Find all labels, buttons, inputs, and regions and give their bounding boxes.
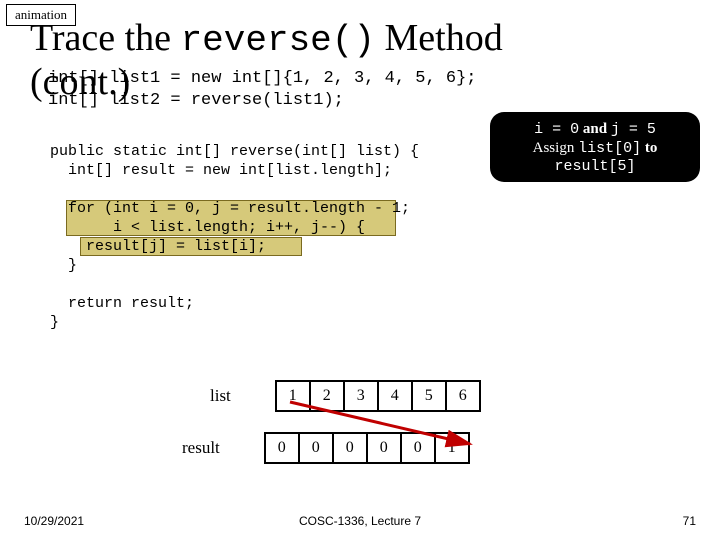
callout-i: i = 0: [534, 121, 579, 138]
list-cell: 2: [310, 381, 344, 411]
title-post: Method: [375, 17, 503, 59]
result-cell: 0: [265, 433, 299, 463]
callout-line3: result[5]: [496, 158, 694, 176]
callout-line2: Assign list[0] to: [496, 139, 694, 158]
callout-to: to: [641, 140, 657, 156]
result-row: result 0 0 0 0 0 1: [182, 432, 470, 464]
result-label: result: [182, 438, 220, 458]
code-setup: int[] list1 = new int[]{1, 2, 3, 4, 5, 6…: [48, 68, 476, 112]
animation-badge: animation: [6, 4, 76, 26]
result-cell: 0: [333, 433, 367, 463]
result-table: 0 0 0 0 0 1: [264, 432, 470, 464]
list-cell: 3: [344, 381, 378, 411]
callout-j: j = 5: [611, 121, 656, 138]
footer-page-number: 71: [683, 514, 696, 528]
result-cell: 0: [367, 433, 401, 463]
callout-src: list[0]: [578, 140, 641, 157]
list-cell: 5: [412, 381, 446, 411]
result-cell: 0: [401, 433, 435, 463]
callout-assign: Assign: [533, 140, 578, 156]
list-cell: 1: [276, 381, 310, 411]
list-cell: 4: [378, 381, 412, 411]
callout-line1: i = 0 and j = 5: [496, 120, 694, 139]
list-row: list 1 2 3 4 5 6: [190, 380, 481, 412]
footer-lecture: COSC-1336, Lecture 7: [0, 514, 720, 528]
code-method: public static int[] reverse(int[] list) …: [50, 142, 419, 332]
result-cell: 1: [435, 433, 469, 463]
list-table: 1 2 3 4 5 6: [275, 380, 481, 412]
trace-callout: i = 0 and j = 5 Assign list[0] to result…: [490, 112, 700, 182]
list-cell: 6: [446, 381, 480, 411]
result-cell: 0: [299, 433, 333, 463]
list-label: list: [210, 386, 231, 406]
callout-and: and: [579, 121, 611, 137]
slide: animation Trace the reverse() Method (co…: [0, 0, 720, 540]
title-mono: reverse(): [181, 20, 375, 61]
slide-title: Trace the reverse() Method: [30, 16, 503, 61]
